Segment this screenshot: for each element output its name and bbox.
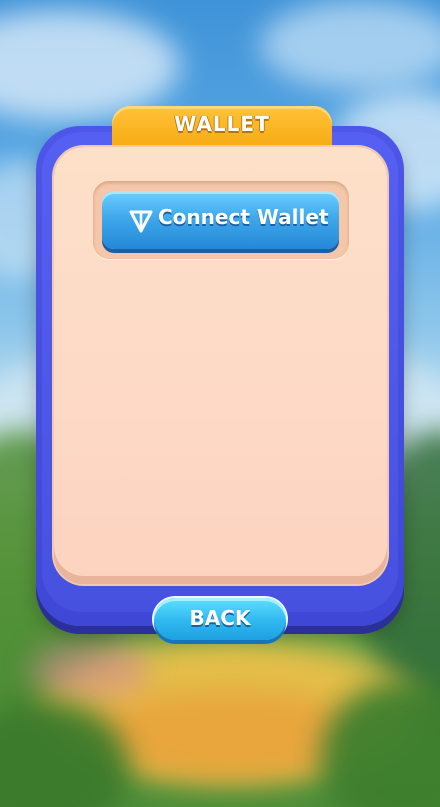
background-flowers xyxy=(30,640,150,700)
connect-wallet-label: Connect Wallet xyxy=(158,205,329,229)
back-button-label: BACK xyxy=(189,606,251,630)
background-cloud xyxy=(0,10,180,120)
panel-title: WALLET xyxy=(174,112,270,136)
background-cloud xyxy=(260,0,440,90)
ton-logo-icon xyxy=(129,210,153,233)
